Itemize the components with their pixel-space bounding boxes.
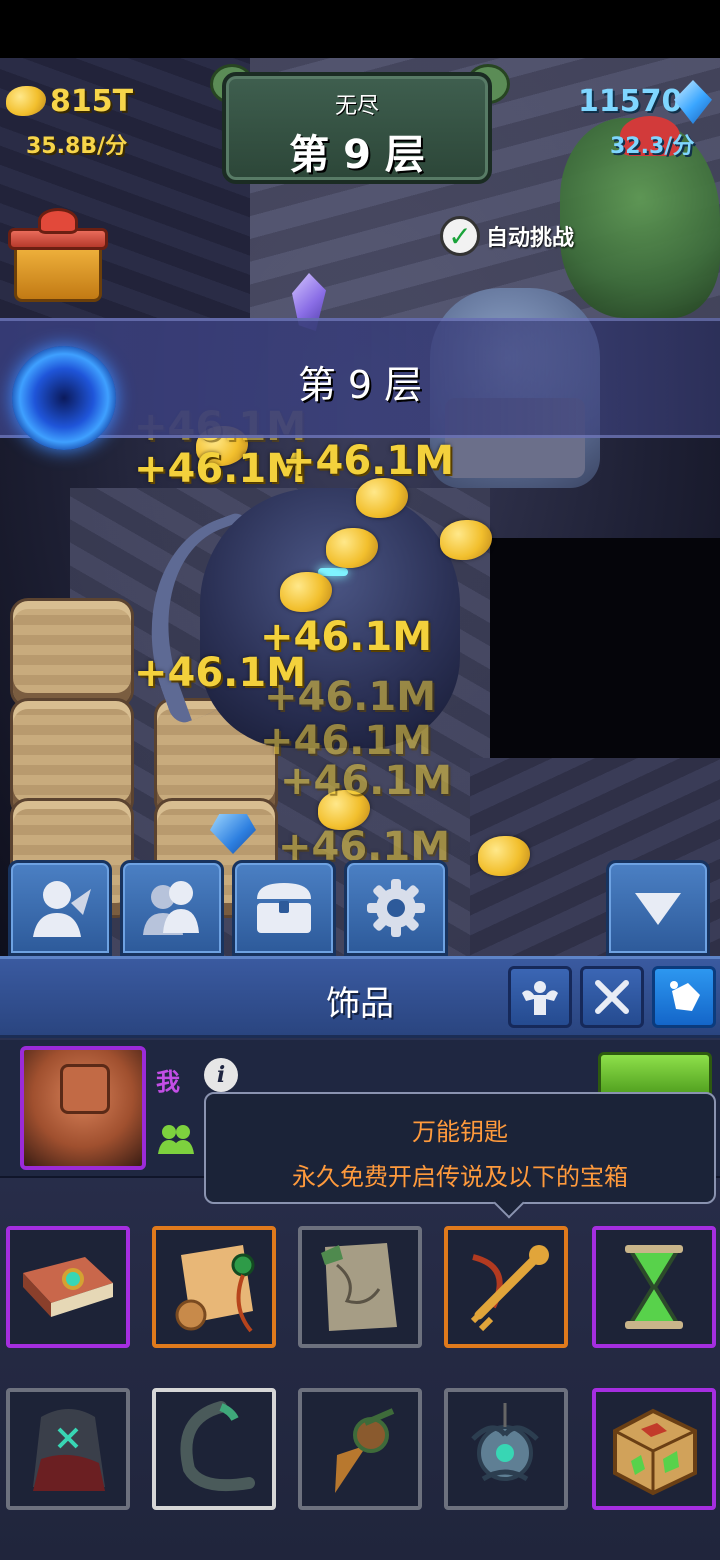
avatar[interactable] (20, 1046, 146, 1170)
map-icon (321, 1243, 397, 1331)
gear-icon (367, 879, 425, 937)
game-scene[interactable]: +46.1M +46.1M +46.1M +46.1M +46.1M +46.1… (0, 58, 720, 958)
item-tooltip: 万能钥匙 永久免费开启传说及以下的宝箱 (204, 1092, 716, 1204)
damage-number: +46.1M (282, 438, 455, 484)
swords-icon (595, 980, 629, 1014)
hourglass-icon (625, 1245, 683, 1329)
item-slot-spellbook[interactable] (6, 1226, 130, 1348)
hero-icon (33, 881, 91, 937)
status-strip (0, 0, 720, 58)
sub-tab-battle[interactable] (580, 966, 644, 1028)
item-slot-master-key[interactable] (444, 1226, 568, 1348)
item-slot-hourglass[interactable] (592, 1226, 716, 1348)
sub-tab-accessories[interactable] (652, 966, 716, 1028)
damage-number: +46.1M (134, 446, 307, 492)
checkmark-icon[interactable]: ✓ (440, 216, 480, 256)
auto-battle-toggle[interactable]: ✓ 自动挑战 (440, 216, 574, 256)
item-slot-drill[interactable] (298, 1388, 422, 1510)
item-slot-rune-cube[interactable] (592, 1388, 716, 1510)
collapse-arrow-icon (635, 893, 681, 925)
auto-battle-label: 自动挑战 (486, 226, 575, 251)
gold-amount: 815T (50, 84, 134, 119)
item-slot-rune-stone[interactable] (6, 1388, 130, 1510)
player-name: 我 (156, 1068, 180, 1096)
sub-tab-strength[interactable] (508, 966, 572, 1028)
rune-stone-icon (33, 1409, 105, 1491)
floor-bar-label: 第 9 层 (297, 363, 423, 407)
tooltip-description: 永久免费开启传说及以下的宝箱 (292, 1163, 628, 1191)
strength-icon (522, 981, 558, 1015)
gems-icon (670, 981, 700, 1011)
mode-label: 无尽 (334, 94, 379, 119)
master-key-icon (470, 1245, 549, 1332)
item-slot-amulet[interactable] (444, 1388, 568, 1510)
floor-banner[interactable]: 无尽 第 9 层 (222, 72, 492, 184)
item-slot-scroll[interactable] (152, 1226, 276, 1348)
gift-box-icon[interactable] (8, 208, 108, 304)
damage-number: +46.1M (264, 674, 437, 720)
chest-icon (257, 883, 311, 933)
gem-amount: 11570 (578, 84, 683, 119)
gem-rate: 32.3/分 (610, 134, 695, 159)
floor-title: 第 9 层 (289, 132, 425, 178)
tab-settings[interactable] (344, 860, 448, 956)
tab-hero[interactable] (8, 860, 112, 956)
team-icon (143, 881, 199, 935)
dark-pit (490, 538, 720, 778)
spellbook-icon (23, 1257, 113, 1317)
rune-cube-icon (613, 1408, 697, 1496)
amulet-icon (471, 1403, 539, 1482)
dirt-block[interactable] (10, 598, 134, 708)
friends-icon[interactable] (156, 1120, 196, 1156)
item-slot-map[interactable] (298, 1226, 422, 1348)
damage-number: +46.1M (280, 758, 453, 804)
collapse-panel-button[interactable] (606, 860, 710, 956)
gold-rate: 35.8B/分 (26, 134, 128, 159)
tab-team[interactable] (120, 860, 224, 956)
tooltip-title: 万能钥匙 (412, 1118, 508, 1146)
drill-icon (335, 1408, 395, 1493)
scroll-icon (175, 1245, 255, 1333)
info-icon[interactable]: i (204, 1058, 238, 1092)
tab-chest[interactable] (232, 860, 336, 956)
item-slot-claw-tail[interactable] (152, 1388, 276, 1510)
claw-tail-icon (180, 1401, 255, 1492)
